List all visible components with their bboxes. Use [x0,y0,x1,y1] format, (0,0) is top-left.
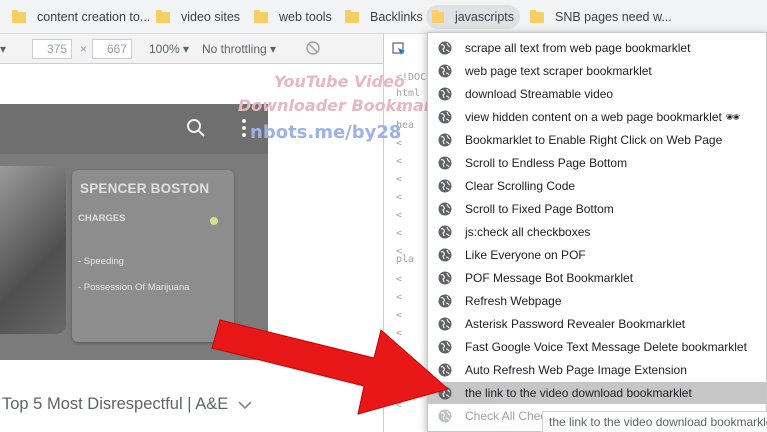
screen: { "bookmarks_bar": [ {"label": "content … [0,0,767,432]
red-arrow-icon [211,319,450,415]
